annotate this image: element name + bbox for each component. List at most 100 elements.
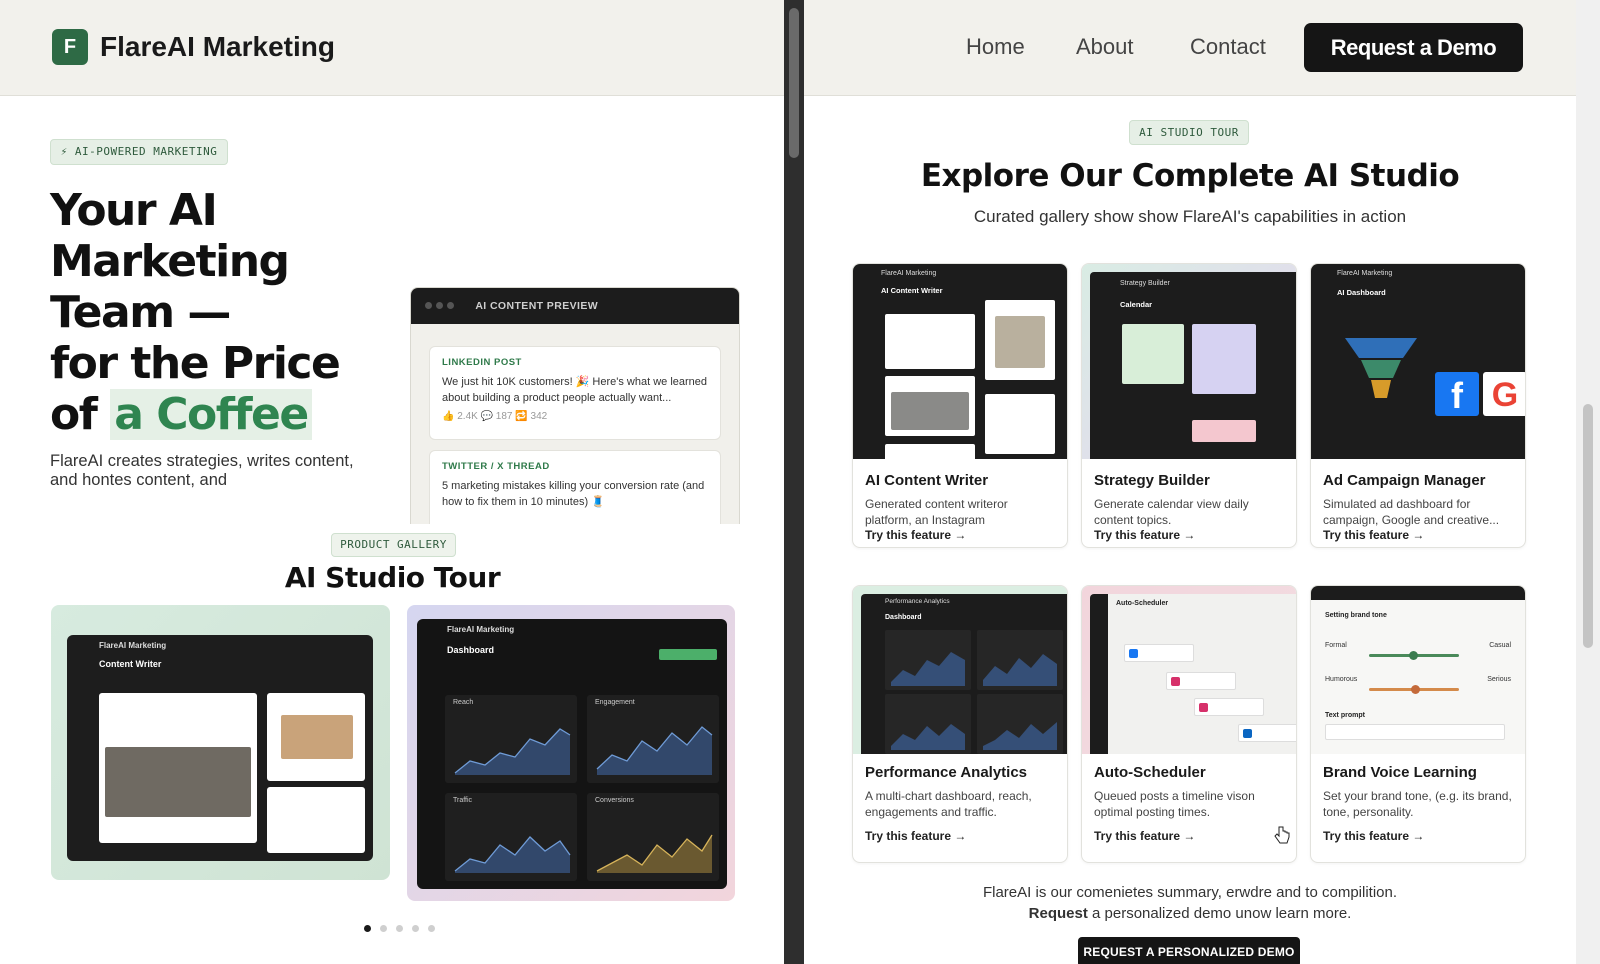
- nav-about[interactable]: About: [1076, 34, 1134, 60]
- shot-instagram-card: [267, 693, 365, 781]
- thumb-app-name: FlareAI Marketing: [881, 270, 937, 277]
- slider-knob: [1411, 685, 1420, 694]
- preview-card-twitter[interactable]: TWITTER / X THREAD 5 marketing mistakes …: [429, 450, 721, 524]
- feature-card-content-writer[interactable]: FlareAI Marketing AI Content Writer AI C…: [852, 263, 1068, 548]
- thumb-calendar-cell: [1122, 324, 1184, 384]
- shot-app-name: FlareAI Marketing: [447, 625, 515, 634]
- card-description: Generated content writeror platform, an …: [865, 497, 1008, 527]
- right-pane-scrollbar[interactable]: [1576, 0, 1600, 964]
- brand-name[interactable]: FlareAI Marketing: [100, 31, 335, 63]
- content-writer-screenshot: FlareAI Marketing Content Writer: [67, 635, 373, 861]
- preview-card-body: 5 marketing mistakes killing your conver…: [442, 480, 705, 508]
- scrollbar-thumb[interactable]: [789, 8, 799, 158]
- thumb-header: Dashboard: [885, 614, 922, 621]
- ai-powered-badge: ⚡ AI-POWERED MARKETING: [50, 139, 228, 165]
- feature-card-strategy-builder[interactable]: Strategy Builder Calendar Strategy Build…: [1081, 263, 1297, 548]
- section-subtitle: Curated gallery show show FlareAI's capa…: [973, 207, 1407, 226]
- feature-card-ad-campaign[interactable]: FlareAI Marketing AI Dashboard f G Ad Ca…: [1310, 263, 1526, 548]
- content-writer-thumbnail: FlareAI Marketing AI Content Writer: [853, 264, 1067, 459]
- preview-titlebar: AI CONTENT PREVIEW: [411, 288, 739, 324]
- feature-card-brand-voice[interactable]: Setting brand tone Formal Casual Humorou…: [1310, 585, 1526, 863]
- facebook-icon: f: [1435, 372, 1479, 416]
- try-feature-link[interactable]: Try this feature →: [1323, 829, 1424, 843]
- left-header: F FlareAI Marketing: [0, 0, 784, 96]
- scheduled-post: [1124, 644, 1194, 662]
- thumb-header: AI Content Writer: [881, 286, 943, 295]
- prompt-label: Text prompt: [1325, 712, 1365, 719]
- try-feature-link[interactable]: Try this feature →: [1094, 528, 1195, 542]
- thumb-photo: [891, 392, 969, 430]
- thumb-app-name: Performance Analytics: [885, 598, 950, 605]
- thumb-photo: [995, 316, 1045, 368]
- generate-insights-button: [659, 649, 717, 660]
- request-demo-button[interactable]: Request a Demo: [1304, 23, 1523, 72]
- scheduled-post: [1166, 672, 1236, 690]
- card-description: Simulated ad dashboard for campaign, Goo…: [1323, 497, 1500, 527]
- left-pane-scrollbar[interactable]: [784, 0, 804, 964]
- auto-scheduler-thumbnail: Auto-Scheduler: [1082, 586, 1296, 754]
- thumb-titlebar: [1311, 586, 1525, 600]
- hero-headline: Your AI Marketing Team — for the Price o…: [50, 185, 390, 440]
- hero-line: Team —: [50, 287, 231, 338]
- thumb-card: [985, 300, 1055, 380]
- preview-card-meta: 👍 2.4K 💬 187 🔁 342: [442, 411, 548, 422]
- window-dot: [447, 302, 454, 309]
- slider-label: Serious: [1487, 676, 1511, 683]
- footer-line: Request a personalized demo unow learn m…: [804, 903, 1576, 924]
- slider-label: Formal: [1325, 642, 1347, 649]
- hero-line: for the Price: [50, 338, 341, 389]
- dashboard-charts: [445, 695, 719, 881]
- instagram-icon: [1199, 703, 1208, 712]
- preview-card-tag: LINKEDIN POST: [442, 357, 522, 368]
- gallery-slide-content-writer[interactable]: FlareAI Marketing Content Writer: [51, 605, 390, 880]
- footer-text: a personalized demo unow learn more.: [1087, 905, 1352, 922]
- linkedin-icon: [1243, 729, 1252, 738]
- analytics-charts: [885, 630, 1063, 754]
- ad-campaign-thumbnail: FlareAI Marketing AI Dashboard f G: [1311, 264, 1525, 459]
- tone-slider: [1369, 651, 1459, 660]
- ai-studio-tour-badge: AI STUDIO TOUR: [1129, 120, 1249, 145]
- preview-title: AI CONTENT PREVIEW: [475, 300, 599, 312]
- brand-voice-thumbnail: Setting brand tone Formal Casual Humorou…: [1311, 586, 1525, 754]
- right-pane: Home About Contact Request a Demo AI STU…: [804, 0, 1576, 964]
- thumb-app-name: Strategy Builder: [1120, 280, 1170, 287]
- thumb-card: [885, 444, 975, 459]
- panel-label: Engagement: [595, 699, 635, 706]
- try-feature-link[interactable]: Try this feature →: [865, 528, 966, 542]
- nav-home[interactable]: Home: [966, 34, 1025, 60]
- analytics-thumbnail: Performance Analytics Dashboard: [853, 586, 1067, 754]
- shot-photo: [281, 715, 353, 759]
- facebook-icon: [1129, 649, 1138, 658]
- shot-photo: [105, 747, 251, 817]
- shot-blog-card: [267, 787, 365, 853]
- gallery-slide-dashboard[interactable]: FlareAI Marketing Dashboard Reach Engage…: [407, 605, 735, 901]
- thumb-screen: Performance Analytics Dashboard: [861, 594, 1067, 754]
- thumb-screen: FlareAI Marketing AI Content Writer: [853, 264, 1067, 459]
- card-title: AI Content Writer: [865, 472, 989, 489]
- footer-bold: Request: [1028, 905, 1088, 922]
- try-feature-link[interactable]: Try this feature →: [1094, 829, 1195, 843]
- brand-logo[interactable]: F: [52, 29, 88, 65]
- section-title: Explore Our Complete AI Studio: [920, 158, 1460, 194]
- card-description: Generate calendar view daily content top…: [1094, 497, 1249, 527]
- product-gallery-badge: PRODUCT GALLERY: [331, 533, 456, 557]
- request-personalized-demo-button[interactable]: REQUEST A PERSONALIZED DEMO: [1078, 937, 1300, 964]
- funnel-chart-icon: [1345, 338, 1417, 398]
- thumb-header: AI Dashboard: [1337, 288, 1386, 297]
- nav-contact[interactable]: Contact: [1190, 34, 1266, 60]
- try-feature-link[interactable]: Try this feature →: [865, 829, 966, 843]
- carousel-dot[interactable]: [412, 925, 419, 932]
- card-description: Queued posts a timeline vison optimal po…: [1094, 789, 1255, 819]
- scrollbar-thumb[interactable]: [1583, 404, 1593, 648]
- carousel-dot[interactable]: [380, 925, 387, 932]
- hero-line: of a Coffee: [50, 389, 390, 440]
- preview-card-linkedin[interactable]: LINKEDIN POST We just hit 10K customers!…: [429, 346, 721, 440]
- try-feature-link[interactable]: Try this feature →: [1323, 528, 1424, 542]
- carousel-dot[interactable]: [396, 925, 403, 932]
- thumb-card: [885, 376, 975, 436]
- carousel-dot[interactable]: [428, 925, 435, 932]
- feature-card-analytics[interactable]: Performance Analytics Dashboard Performa…: [852, 585, 1068, 863]
- feature-card-auto-scheduler[interactable]: Auto-Scheduler Auto-Scheduler Queued pos…: [1081, 585, 1297, 863]
- carousel-dot[interactable]: [364, 925, 371, 932]
- panel-label: Conversions: [595, 797, 634, 804]
